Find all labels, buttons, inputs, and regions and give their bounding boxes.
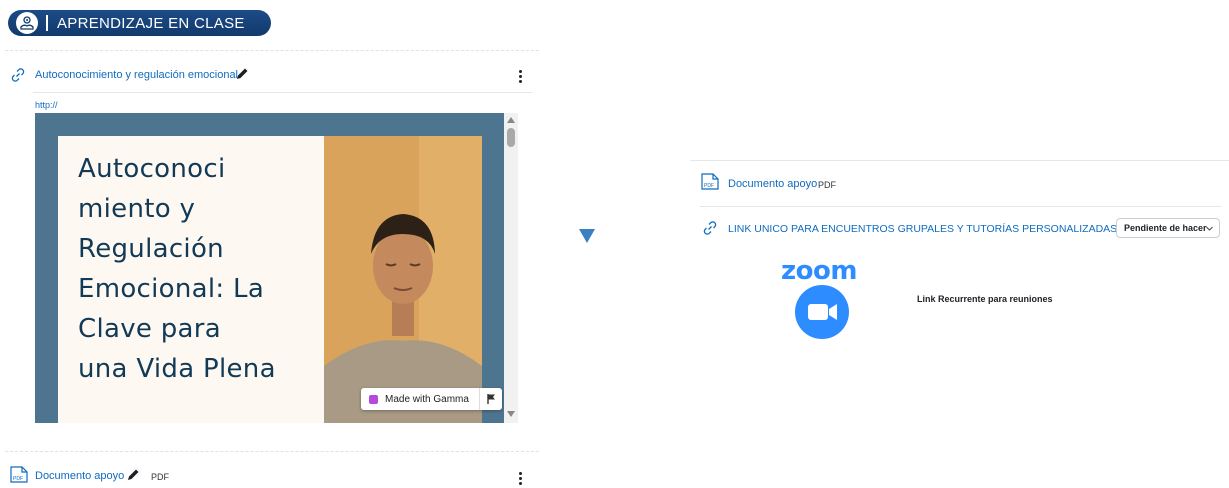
- link-icon: [10, 67, 26, 88]
- zoom-camera-icon[interactable]: [795, 285, 849, 339]
- kebab-menu-icon[interactable]: [519, 472, 522, 487]
- zoom-logo-text: zoom: [781, 256, 857, 286]
- svg-text:PDF: PDF: [13, 476, 23, 482]
- hand-gear-icon: [16, 12, 38, 34]
- embed-scrollbar[interactable]: [504, 113, 518, 423]
- completion-status-select[interactable]: Pendiente de hacer: [1116, 218, 1220, 238]
- scroll-up-arrow-icon[interactable]: [507, 117, 515, 123]
- activity-url[interactable]: http://: [35, 100, 58, 110]
- pencil-icon[interactable]: [127, 468, 140, 486]
- completion-status-value: Pendiente de hacer: [1124, 223, 1207, 233]
- scroll-down-arrow-icon[interactable]: [507, 411, 515, 417]
- slide-photo: [324, 136, 482, 423]
- chevron-down-icon: [1206, 224, 1213, 234]
- right-document-type: PDF: [818, 180, 836, 190]
- gamma-logo-icon: [369, 394, 378, 404]
- activity-divider: [33, 92, 532, 93]
- svg-text:PDF: PDF: [704, 183, 714, 189]
- triangle-down-icon[interactable]: [579, 229, 595, 248]
- presentation-embed[interactable]: Autoconoci miento y Regulación Emocional…: [35, 113, 504, 423]
- right-document-title[interactable]: Documento apoyo: [728, 178, 817, 190]
- document-title[interactable]: Documento apoyo: [35, 470, 124, 482]
- person-illustration: [324, 136, 482, 423]
- activity-divider-dashed: [5, 451, 539, 452]
- pencil-icon[interactable]: [236, 67, 249, 85]
- activity-link-title[interactable]: Autoconocimiento y regulación emocional: [35, 69, 238, 81]
- right-divider: [700, 206, 1221, 207]
- pdf-file-icon: PDF: [701, 173, 719, 195]
- section-banner[interactable]: APRENDIZAJE EN CLASE: [8, 10, 271, 36]
- banner-separator: [46, 15, 48, 31]
- section-title: APRENDIZAJE EN CLASE: [57, 14, 245, 32]
- document-type: PDF: [151, 472, 169, 482]
- right-divider-top: [690, 160, 1229, 161]
- kebab-menu-icon[interactable]: [519, 70, 522, 85]
- flag-icon[interactable]: [480, 394, 502, 404]
- section-divider: [5, 50, 539, 51]
- meeting-link-title[interactable]: LINK UNICO PARA ENCUENTROS GRUPALES Y TU…: [728, 223, 1152, 235]
- scroll-thumb[interactable]: [507, 128, 515, 147]
- link-icon: [702, 220, 718, 241]
- pdf-file-icon: PDF: [10, 466, 28, 488]
- slide-title: Autoconoci miento y Regulación Emocional…: [78, 154, 276, 384]
- zoom-caption: Link Recurrente para reuniones: [917, 294, 1053, 304]
- gamma-badge-label: Made with Gamma: [385, 393, 469, 405]
- made-with-gamma-badge[interactable]: Made with Gamma: [361, 388, 502, 410]
